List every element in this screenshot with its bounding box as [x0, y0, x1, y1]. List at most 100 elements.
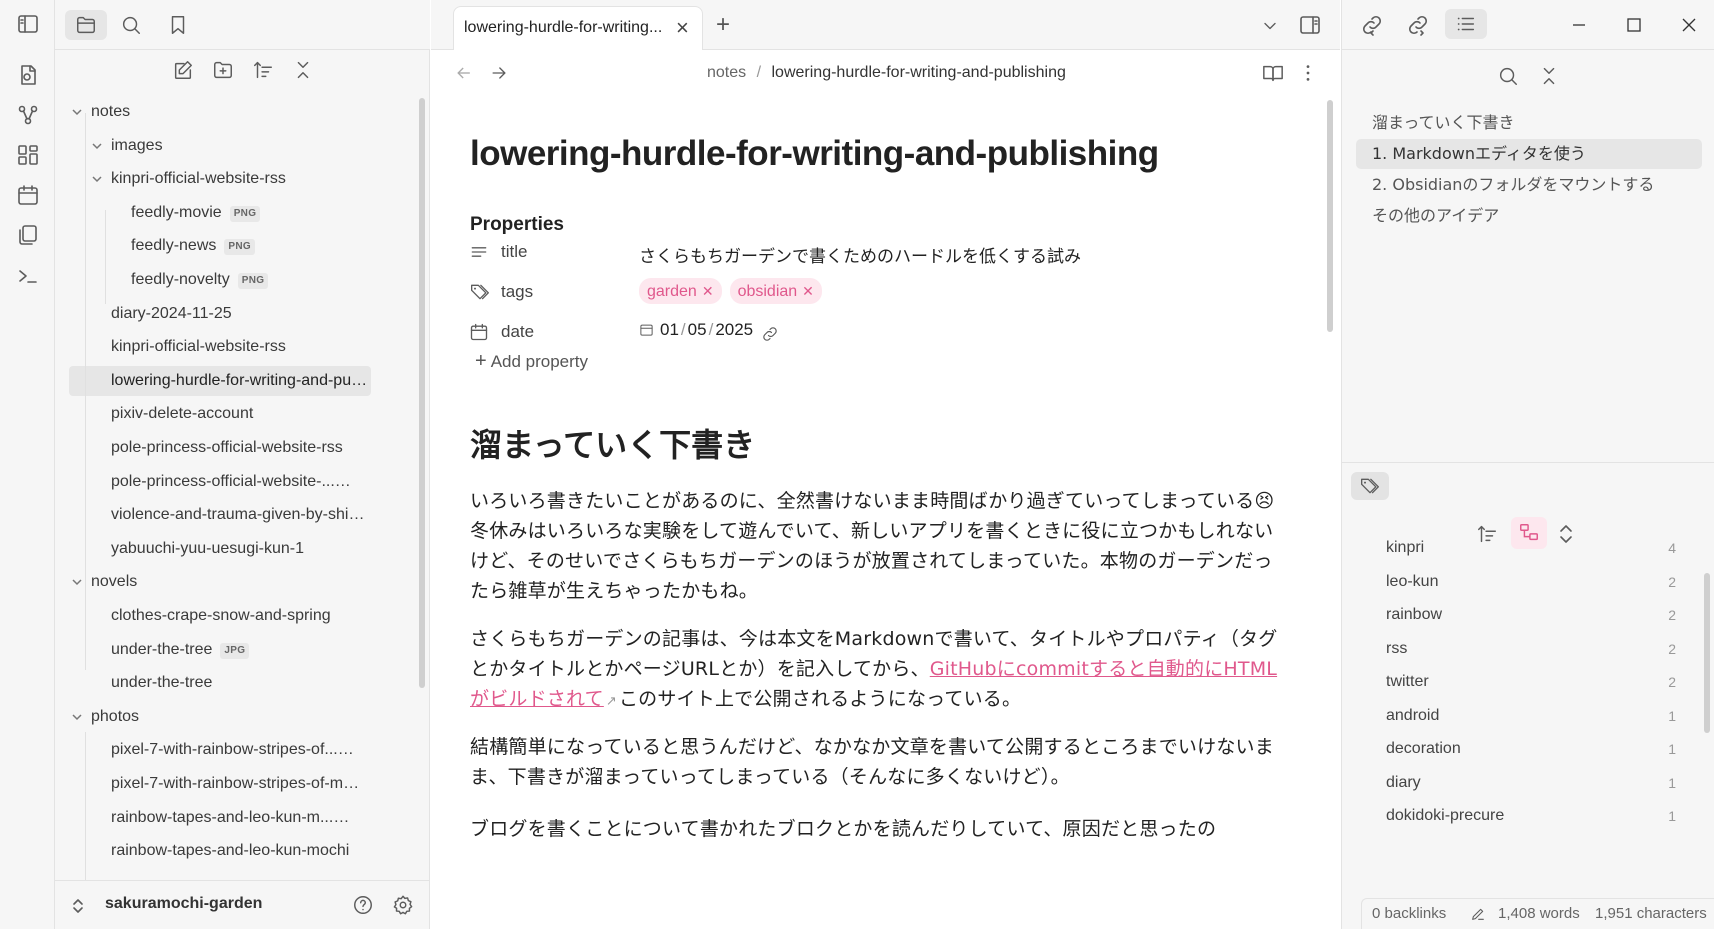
- property-title-value[interactable]: さくらもちガーデンで書くためのハードルを低くする試み: [639, 242, 1081, 267]
- tag-row[interactable]: rainbow 2: [1386, 600, 1676, 630]
- file-tree-scrollbar[interactable]: [419, 98, 425, 688]
- chevron-down-icon[interactable]: [71, 711, 83, 723]
- date-picker-icon[interactable]: [639, 322, 654, 337]
- help-icon[interactable]: [352, 894, 374, 916]
- folder-item[interactable]: kinpri-official-website-rss: [111, 164, 365, 194]
- file-item[interactable]: violence-and-trauma-given-by-shine...: [111, 500, 365, 530]
- tab-active-note[interactable]: lowering-hurdle-for-writing... ×: [453, 6, 703, 50]
- outline-tab[interactable]: [1445, 9, 1487, 39]
- file-item[interactable]: under-the-tree JPG: [111, 635, 365, 665]
- maximize-window-icon[interactable]: [1626, 17, 1642, 33]
- paragraph-with-link[interactable]: さくらもちガーデンの記事は、今は本文をMarkdownで書いて、タイトルやプロパ…: [470, 624, 1290, 717]
- tag-list-scrollbar[interactable]: [1704, 573, 1710, 733]
- paragraph[interactable]: ブログを書くことについて書かれたブロクとかを読んだりしていて、原因だと思ったの: [470, 814, 1290, 844]
- templates-icon[interactable]: [16, 223, 40, 247]
- file-item[interactable]: pixel-7-with-rainbow-stripes-of...JPG: [111, 735, 365, 765]
- edit-pencil-icon[interactable]: [1470, 906, 1486, 922]
- paragraph[interactable]: 結構簡単になっていると思うんだけど、なかなか文章を書いて公開するところまでいけな…: [470, 732, 1290, 792]
- daily-note-icon[interactable]: [16, 183, 40, 207]
- tag-row[interactable]: rss 2: [1386, 634, 1676, 664]
- tag-row[interactable]: decoration 1: [1386, 734, 1676, 764]
- folder-item[interactable]: images: [111, 131, 365, 161]
- folder-item[interactable]: notes: [91, 97, 365, 127]
- breadcrumb-folder[interactable]: notes: [707, 64, 746, 81]
- file-item[interactable]: kinpri-official-website-rss: [111, 332, 365, 362]
- property-key[interactable]: date: [501, 322, 534, 342]
- chevron-down-icon[interactable]: [91, 140, 103, 152]
- settings-gear-icon[interactable]: [392, 894, 414, 916]
- minimize-window-icon[interactable]: [1571, 17, 1587, 33]
- forward-arrow-icon[interactable]: [489, 63, 509, 83]
- vault-name[interactable]: sakuramochi-garden: [105, 895, 262, 913]
- file-item[interactable]: pole-princess-official-website-rss: [111, 433, 365, 463]
- file-item[interactable]: clothes-crape-snow-and-spring: [111, 601, 365, 631]
- folder-item[interactable]: novels: [91, 567, 365, 597]
- right-sidebar-toggle-icon[interactable]: [1298, 13, 1322, 37]
- editor-content[interactable]: lowering-hurdle-for-writing-and-publishi…: [431, 98, 1311, 929]
- property-key[interactable]: tags: [501, 282, 533, 302]
- add-property-button[interactable]: + Add property: [475, 350, 588, 373]
- tab-list-chevron-icon[interactable]: [1260, 16, 1280, 36]
- sort-button[interactable]: [247, 55, 279, 85]
- breadcrumb-file[interactable]: lowering-hurdle-for-writing-and-publishi…: [772, 64, 1066, 81]
- file-item[interactable]: yabuuchi-yuu-uesugi-kun-1: [111, 534, 365, 564]
- chevron-down-icon[interactable]: [71, 576, 83, 588]
- collapse-all-icon[interactable]: [1538, 65, 1560, 87]
- tag-row[interactable]: kinpri 4: [1386, 533, 1676, 563]
- file-item[interactable]: feedly-movie PNG: [131, 198, 365, 228]
- file-item[interactable]: rainbow-tapes-and-leo-kun-mochi: [111, 836, 365, 866]
- outline-heading[interactable]: 2. Obsidianのフォルダをマウントする: [1356, 170, 1702, 200]
- file-item[interactable]: rainbow-tapes-and-leo-kun-m... JPG: [111, 803, 365, 833]
- chevron-down-icon[interactable]: [71, 106, 83, 118]
- heading-1[interactable]: 溜まっていく下書き: [470, 420, 755, 466]
- reading-view-icon[interactable]: [1262, 62, 1284, 84]
- new-note-button[interactable]: [167, 55, 199, 85]
- tag-pill[interactable]: obsidian ✕: [729, 278, 822, 304]
- file-item[interactable]: pixiv-delete-account: [111, 399, 365, 429]
- graph-view-icon[interactable]: [16, 103, 40, 127]
- new-tab-button[interactable]: +: [716, 11, 730, 39]
- folder-item[interactable]: photos: [91, 702, 365, 732]
- note-title[interactable]: lowering-hurdle-for-writing-and-publishi…: [470, 134, 1159, 174]
- chevron-updown-icon[interactable]: [71, 897, 85, 915]
- date-input[interactable]: 01/05/2025: [639, 320, 753, 340]
- outline-heading[interactable]: その他のアイデア: [1356, 201, 1702, 231]
- tag-row[interactable]: dokidoki-precure 1: [1386, 801, 1676, 831]
- tag-row[interactable]: android 1: [1386, 701, 1676, 731]
- search-tab[interactable]: [115, 10, 147, 40]
- close-window-icon[interactable]: [1681, 17, 1697, 33]
- backlinks-count[interactable]: 0 backlinks: [1372, 905, 1446, 922]
- sidebar-toggle-icon[interactable]: [16, 12, 40, 36]
- bookmarks-tab[interactable]: [162, 10, 194, 40]
- files-tab[interactable]: [65, 10, 107, 40]
- remove-tag-icon[interactable]: ✕: [702, 283, 714, 299]
- more-options-icon[interactable]: [1297, 62, 1319, 84]
- file-item[interactable]: lowering-hurdle-for-writing-and-publ...: [69, 366, 371, 396]
- tag-row[interactable]: leo-kun 2: [1386, 567, 1676, 597]
- tag-row[interactable]: diary 1: [1386, 768, 1676, 798]
- file-item[interactable]: feedly-news PNG: [131, 231, 365, 261]
- file-item[interactable]: pole-princess-official-website-...PNG: [111, 467, 365, 497]
- file-item[interactable]: under-the-tree: [111, 668, 365, 698]
- canvas-icon[interactable]: [16, 143, 40, 167]
- outline-heading[interactable]: 1. Markdownエディタを使う: [1356, 139, 1702, 169]
- open-switcher-icon[interactable]: [16, 63, 40, 87]
- outgoing-links-icon[interactable]: [1406, 13, 1430, 37]
- back-arrow-icon[interactable]: [454, 63, 474, 83]
- property-key[interactable]: title: [501, 242, 527, 262]
- new-folder-button[interactable]: [207, 55, 239, 85]
- outline-heading[interactable]: 溜まっていく下書き: [1356, 108, 1702, 138]
- search-icon[interactable]: [1497, 65, 1519, 87]
- tag-pill[interactable]: garden ✕: [639, 278, 722, 304]
- remove-tag-icon[interactable]: ✕: [802, 283, 814, 299]
- link-icon[interactable]: [761, 325, 779, 343]
- file-item[interactable]: pixel-7-with-rainbow-stripes-of-mas...: [111, 769, 365, 799]
- file-item[interactable]: diary-2024-11-25: [111, 299, 365, 329]
- collapse-all-button[interactable]: [287, 55, 319, 85]
- editor-scrollbar[interactable]: [1327, 100, 1333, 332]
- tab-close-icon[interactable]: ×: [676, 15, 689, 41]
- paragraph[interactable]: いろいろ書きたいことがあるのに、全然書けないまま時間ばかり過ぎていってしまってい…: [470, 486, 1290, 606]
- file-item[interactable]: feedly-novelty PNG: [131, 265, 365, 295]
- tag-row[interactable]: twitter 2: [1386, 667, 1676, 697]
- tags-tab[interactable]: [1351, 472, 1389, 500]
